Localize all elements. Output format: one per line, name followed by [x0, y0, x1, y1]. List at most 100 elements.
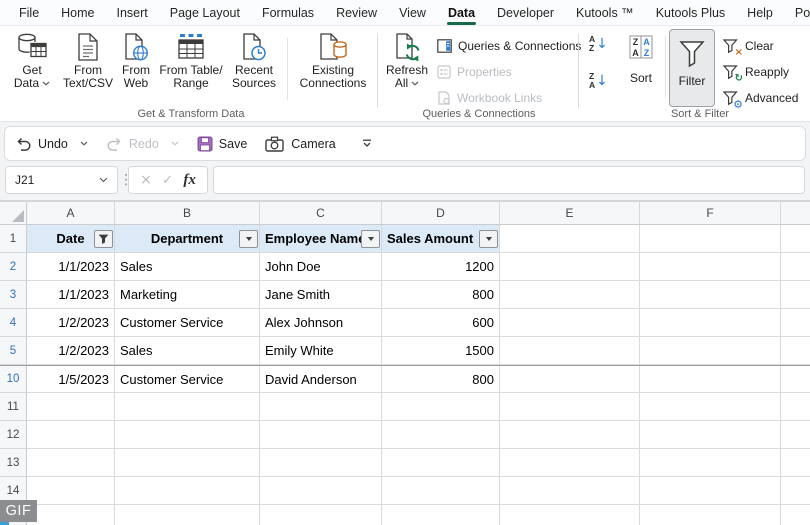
from-text-csv-button[interactable]: From Text/CSV	[60, 30, 116, 90]
cell-date-row5[interactable]: 1/2/2023	[27, 337, 115, 365]
row-header-5[interactable]: 5	[0, 337, 27, 365]
cell-E5[interactable]	[500, 337, 640, 365]
tab-home[interactable]: Home	[50, 1, 105, 25]
undo-button[interactable]: Undo	[15, 136, 88, 152]
cell-employee-row10[interactable]: David Anderson	[260, 366, 382, 393]
cell-F12[interactable]	[640, 421, 781, 449]
filter-button[interactable]: Filter	[669, 29, 715, 107]
select-all-corner[interactable]	[0, 202, 27, 224]
cell-amount-row2[interactable]: 1200	[382, 253, 500, 281]
cell-date-row3[interactable]: 1/1/2023	[27, 281, 115, 309]
cell-F2[interactable]	[640, 253, 781, 281]
cell-department-row10[interactable]: Customer Service	[115, 366, 260, 393]
cell-C11[interactable]	[260, 393, 382, 421]
advanced-filter-button[interactable]: ⚙ Advanced	[722, 89, 798, 110]
clear-filter-button[interactable]: × Clear	[722, 37, 774, 58]
cell-E[interactable]	[500, 505, 640, 525]
header-cell-date[interactable]: Date	[27, 225, 115, 253]
row-header-1[interactable]: 1	[0, 225, 27, 253]
cell-D14[interactable]	[382, 477, 500, 505]
cell-A13[interactable]	[27, 449, 115, 477]
cell-E11[interactable]	[500, 393, 640, 421]
camera-button[interactable]: Camera	[265, 136, 336, 152]
cell-F[interactable]	[640, 505, 781, 525]
tab-kutools-plus[interactable]: Kutools Plus	[645, 1, 736, 25]
header-cell-sales-amount[interactable]: Sales Amount	[382, 225, 500, 253]
cell-G10[interactable]	[781, 366, 810, 393]
save-button[interactable]: Save	[197, 136, 247, 152]
tab-page-layout[interactable]: Page Layout	[159, 1, 251, 25]
cell-date-row2[interactable]: 1/1/2023	[27, 253, 115, 281]
cell-amount-row10[interactable]: 800	[382, 366, 500, 393]
cell-E13[interactable]	[500, 449, 640, 477]
recent-sources-button[interactable]: Recent Sources	[226, 30, 282, 90]
tab-help[interactable]: Help	[736, 1, 784, 25]
cell-employee-row3[interactable]: Jane Smith	[260, 281, 382, 309]
column-header-D[interactable]: D	[382, 202, 500, 224]
tab-formulas[interactable]: Formulas	[251, 1, 325, 25]
cell-amount-row4[interactable]: 600	[382, 309, 500, 337]
cell-C14[interactable]	[260, 477, 382, 505]
redo-button[interactable]: Redo	[106, 136, 179, 152]
cell-F3[interactable]	[640, 281, 781, 309]
workbook-links-button[interactable]: Workbook Links	[437, 89, 542, 107]
cell-E12[interactable]	[500, 421, 640, 449]
cell-E10[interactable]	[500, 366, 640, 393]
cell-F10[interactable]	[640, 366, 781, 393]
cell-B[interactable]	[115, 505, 260, 525]
cell-department-row2[interactable]: Sales	[115, 253, 260, 281]
tab-developer[interactable]: Developer	[486, 1, 565, 25]
queries-connections-button[interactable]: Queries & Connections	[437, 37, 581, 55]
cell-employee-row4[interactable]: Alex Johnson	[260, 309, 382, 337]
column-header-partial[interactable]	[781, 202, 810, 224]
cell-A11[interactable]	[27, 393, 115, 421]
cell-G4[interactable]	[781, 309, 810, 337]
cell-E3[interactable]	[500, 281, 640, 309]
row-header-12[interactable]: 12	[0, 421, 27, 449]
cell-D[interactable]	[382, 505, 500, 525]
cell-G12[interactable]	[781, 421, 810, 449]
cell-F1[interactable]	[640, 225, 781, 253]
cell-amount-row3[interactable]: 800	[382, 281, 500, 309]
row-header-13[interactable]: 13	[0, 449, 27, 477]
column-header-F[interactable]: F	[640, 202, 781, 224]
cell-department-row5[interactable]: Sales	[115, 337, 260, 365]
department-filter-button[interactable]	[239, 229, 258, 248]
tab-data[interactable]: Data	[437, 1, 486, 25]
cell-G2[interactable]	[781, 253, 810, 281]
cell-F13[interactable]	[640, 449, 781, 477]
from-web-button[interactable]: From Web	[116, 30, 156, 90]
cell-date-row10[interactable]: 1/5/2023	[27, 366, 115, 393]
formula-bar-input[interactable]	[213, 166, 805, 194]
header-cell-department[interactable]: Department	[115, 225, 260, 253]
cell-amount-row5[interactable]: 1500	[382, 337, 500, 365]
cell-F11[interactable]	[640, 393, 781, 421]
cell-A14[interactable]	[27, 477, 115, 505]
cell-department-row3[interactable]: Marketing	[115, 281, 260, 309]
row-header-10[interactable]: 10	[0, 366, 27, 393]
get-data-button[interactable]: Get Data	[6, 30, 58, 90]
sort-descending-button[interactable]: ZA ↓	[589, 72, 608, 89]
cell-G13[interactable]	[781, 449, 810, 477]
reapply-filter-button[interactable]: ↻ Reapply	[722, 63, 789, 84]
column-header-B[interactable]: B	[115, 202, 260, 224]
cell-department-row4[interactable]: Customer Service	[115, 309, 260, 337]
cell-D11[interactable]	[382, 393, 500, 421]
cell-employee-row5[interactable]: Emily White	[260, 337, 382, 365]
customize-quick-access-button[interactable]	[362, 139, 372, 148]
row-header-4[interactable]: 4	[0, 309, 27, 337]
cancel-button[interactable]: ×	[140, 172, 152, 188]
tab-po[interactable]: Po	[784, 1, 810, 25]
row-header-11[interactable]: 11	[0, 393, 27, 421]
cell-G11[interactable]	[781, 393, 810, 421]
tab-view[interactable]: View	[388, 1, 437, 25]
cell-B13[interactable]	[115, 449, 260, 477]
cell-G5[interactable]	[781, 337, 810, 365]
cell-F4[interactable]	[640, 309, 781, 337]
cell-F5[interactable]	[640, 337, 781, 365]
row-header-3[interactable]: 3	[0, 281, 27, 309]
column-header-E[interactable]: E	[500, 202, 640, 224]
cell-E4[interactable]	[500, 309, 640, 337]
cell-G3[interactable]	[781, 281, 810, 309]
tab-review[interactable]: Review	[325, 1, 388, 25]
